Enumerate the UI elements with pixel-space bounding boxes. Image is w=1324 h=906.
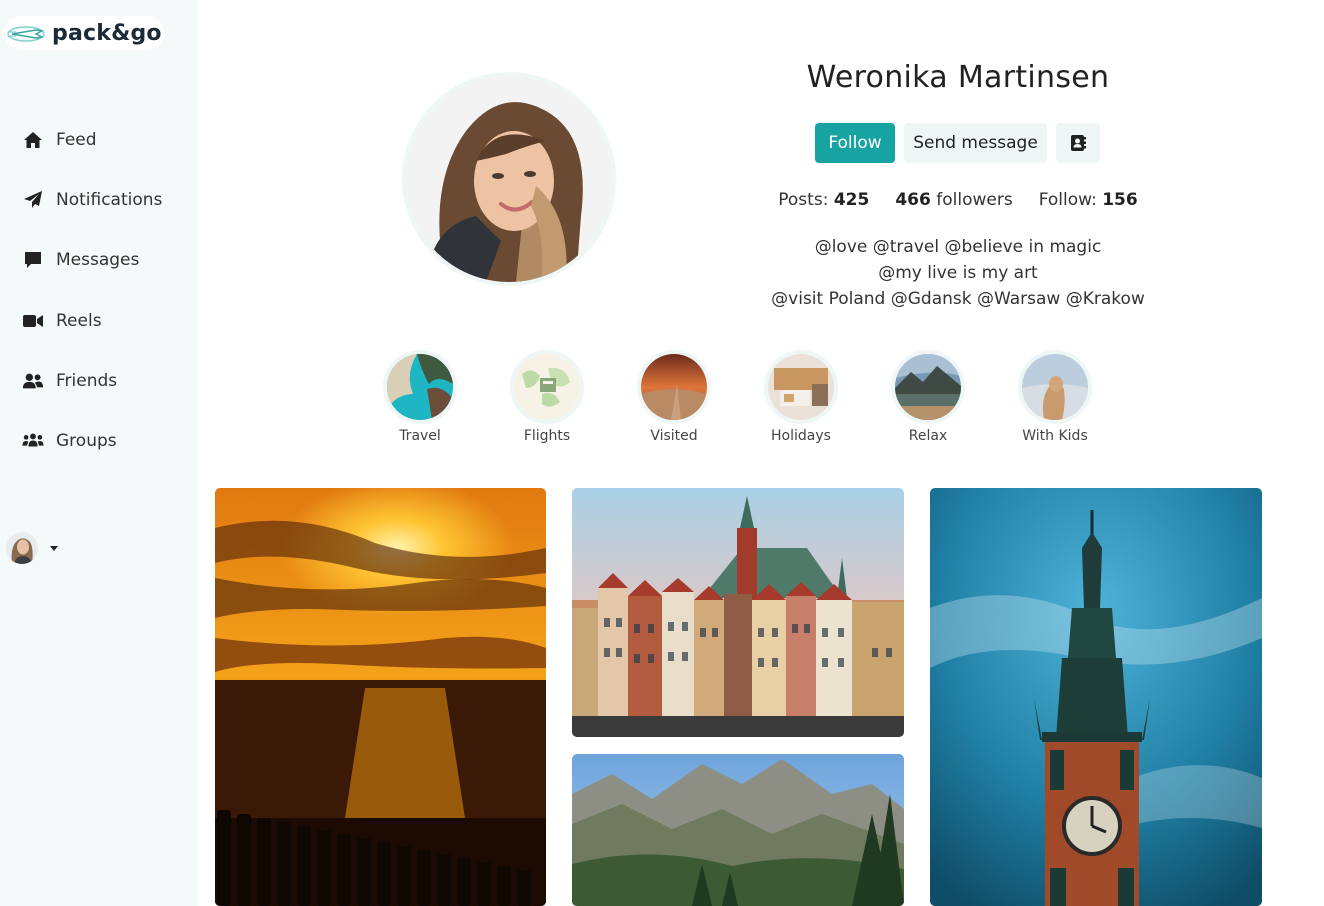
address-book-icon [1071, 135, 1086, 151]
sidebar-item-friends[interactable]: Friends [22, 366, 117, 396]
highlight-with-kids[interactable]: With Kids [1015, 350, 1095, 444]
sidebar-item-label: Groups [56, 431, 117, 451]
highlight-flights[interactable]: Flights [507, 350, 587, 444]
highlight-holidays[interactable]: Holidays [761, 350, 841, 444]
follow-button[interactable]: Follow [815, 123, 895, 163]
bio-line: @visit Poland @Gdansk @Warsaw @Krakow [771, 289, 1145, 309]
highlight-relax[interactable]: Relax [888, 350, 968, 444]
bio-line: @my live is my art [878, 263, 1038, 283]
brand-name: pack&go [52, 20, 162, 46]
post-photo-mountains[interactable] [572, 754, 904, 906]
sidebar: pack&go Feed Notifications Messages Reel… [0, 0, 198, 906]
highlight-label: Visited [650, 428, 698, 444]
posts-count: 425 [833, 190, 870, 210]
followers-stat[interactable]: 466 followers [895, 190, 1012, 210]
highlight-label: Travel [399, 428, 441, 444]
logo-plane-icon [7, 26, 45, 42]
sidebar-item-reels[interactable]: Reels [22, 306, 102, 336]
account-menu[interactable] [6, 532, 58, 564]
contact-button[interactable] [1056, 123, 1100, 163]
profile-bio: @love @travel @believe in magic @my live… [740, 234, 1176, 312]
caret-down-icon [50, 545, 58, 551]
highlight-label: With Kids [1022, 428, 1088, 444]
highlight-label: Holidays [771, 428, 831, 444]
posts-stat[interactable]: Posts: 425 [778, 190, 869, 210]
sidebar-item-feed[interactable]: Feed [22, 125, 97, 155]
video-camera-icon [22, 310, 44, 332]
send-message-button[interactable]: Send message [904, 123, 1047, 163]
user-friends-icon [22, 370, 44, 392]
profile-stats: Posts: 425 466 followers Follow: 156 [760, 190, 1156, 210]
post-photo-clock-tower[interactable] [930, 488, 1262, 906]
following-stat[interactable]: Follow: 156 [1039, 190, 1138, 210]
highlight-label: Flights [523, 428, 571, 444]
brand-logo[interactable]: pack&go [4, 16, 164, 50]
followers-label: followers [936, 190, 1013, 210]
following-count: 156 [1102, 190, 1138, 210]
highlight-thumbnail [510, 350, 584, 424]
sidebar-item-messages[interactable]: Messages [22, 245, 139, 275]
sidebar-item-label: Reels [56, 311, 102, 331]
highlight-thumbnail [891, 350, 965, 424]
highlight-thumbnail [637, 350, 711, 424]
highlight-visited[interactable]: Visited [634, 350, 714, 444]
sidebar-item-notifications[interactable]: Notifications [22, 185, 162, 215]
avatar [6, 532, 38, 564]
highlight-thumbnail [383, 350, 457, 424]
home-icon [22, 129, 44, 151]
sidebar-item-label: Notifications [56, 190, 163, 210]
paper-plane-icon [22, 189, 44, 211]
highlight-thumbnail [764, 350, 838, 424]
bio-line: @love @travel @believe in magic [814, 237, 1102, 257]
sidebar-item-label: Messages [56, 250, 140, 270]
profile-name: Weronika Martinsen [806, 60, 1110, 95]
sidebar-item-label: Friends [56, 371, 118, 391]
sidebar-item-label: Feed [56, 130, 97, 150]
post-photo-sunset[interactable] [215, 488, 546, 906]
highlight-thumbnail [1018, 350, 1092, 424]
following-label: Follow: [1038, 190, 1097, 210]
sidebar-item-groups[interactable]: Groups [22, 426, 117, 456]
comment-icon [22, 249, 44, 271]
post-photo-old-town[interactable] [572, 488, 904, 737]
highlight-label: Relax [908, 428, 948, 444]
highlight-travel[interactable]: Travel [380, 350, 460, 444]
posts-label: Posts: [778, 190, 829, 210]
followers-count: 466 [895, 190, 931, 210]
profile-avatar [402, 72, 616, 286]
users-icon [22, 430, 44, 452]
